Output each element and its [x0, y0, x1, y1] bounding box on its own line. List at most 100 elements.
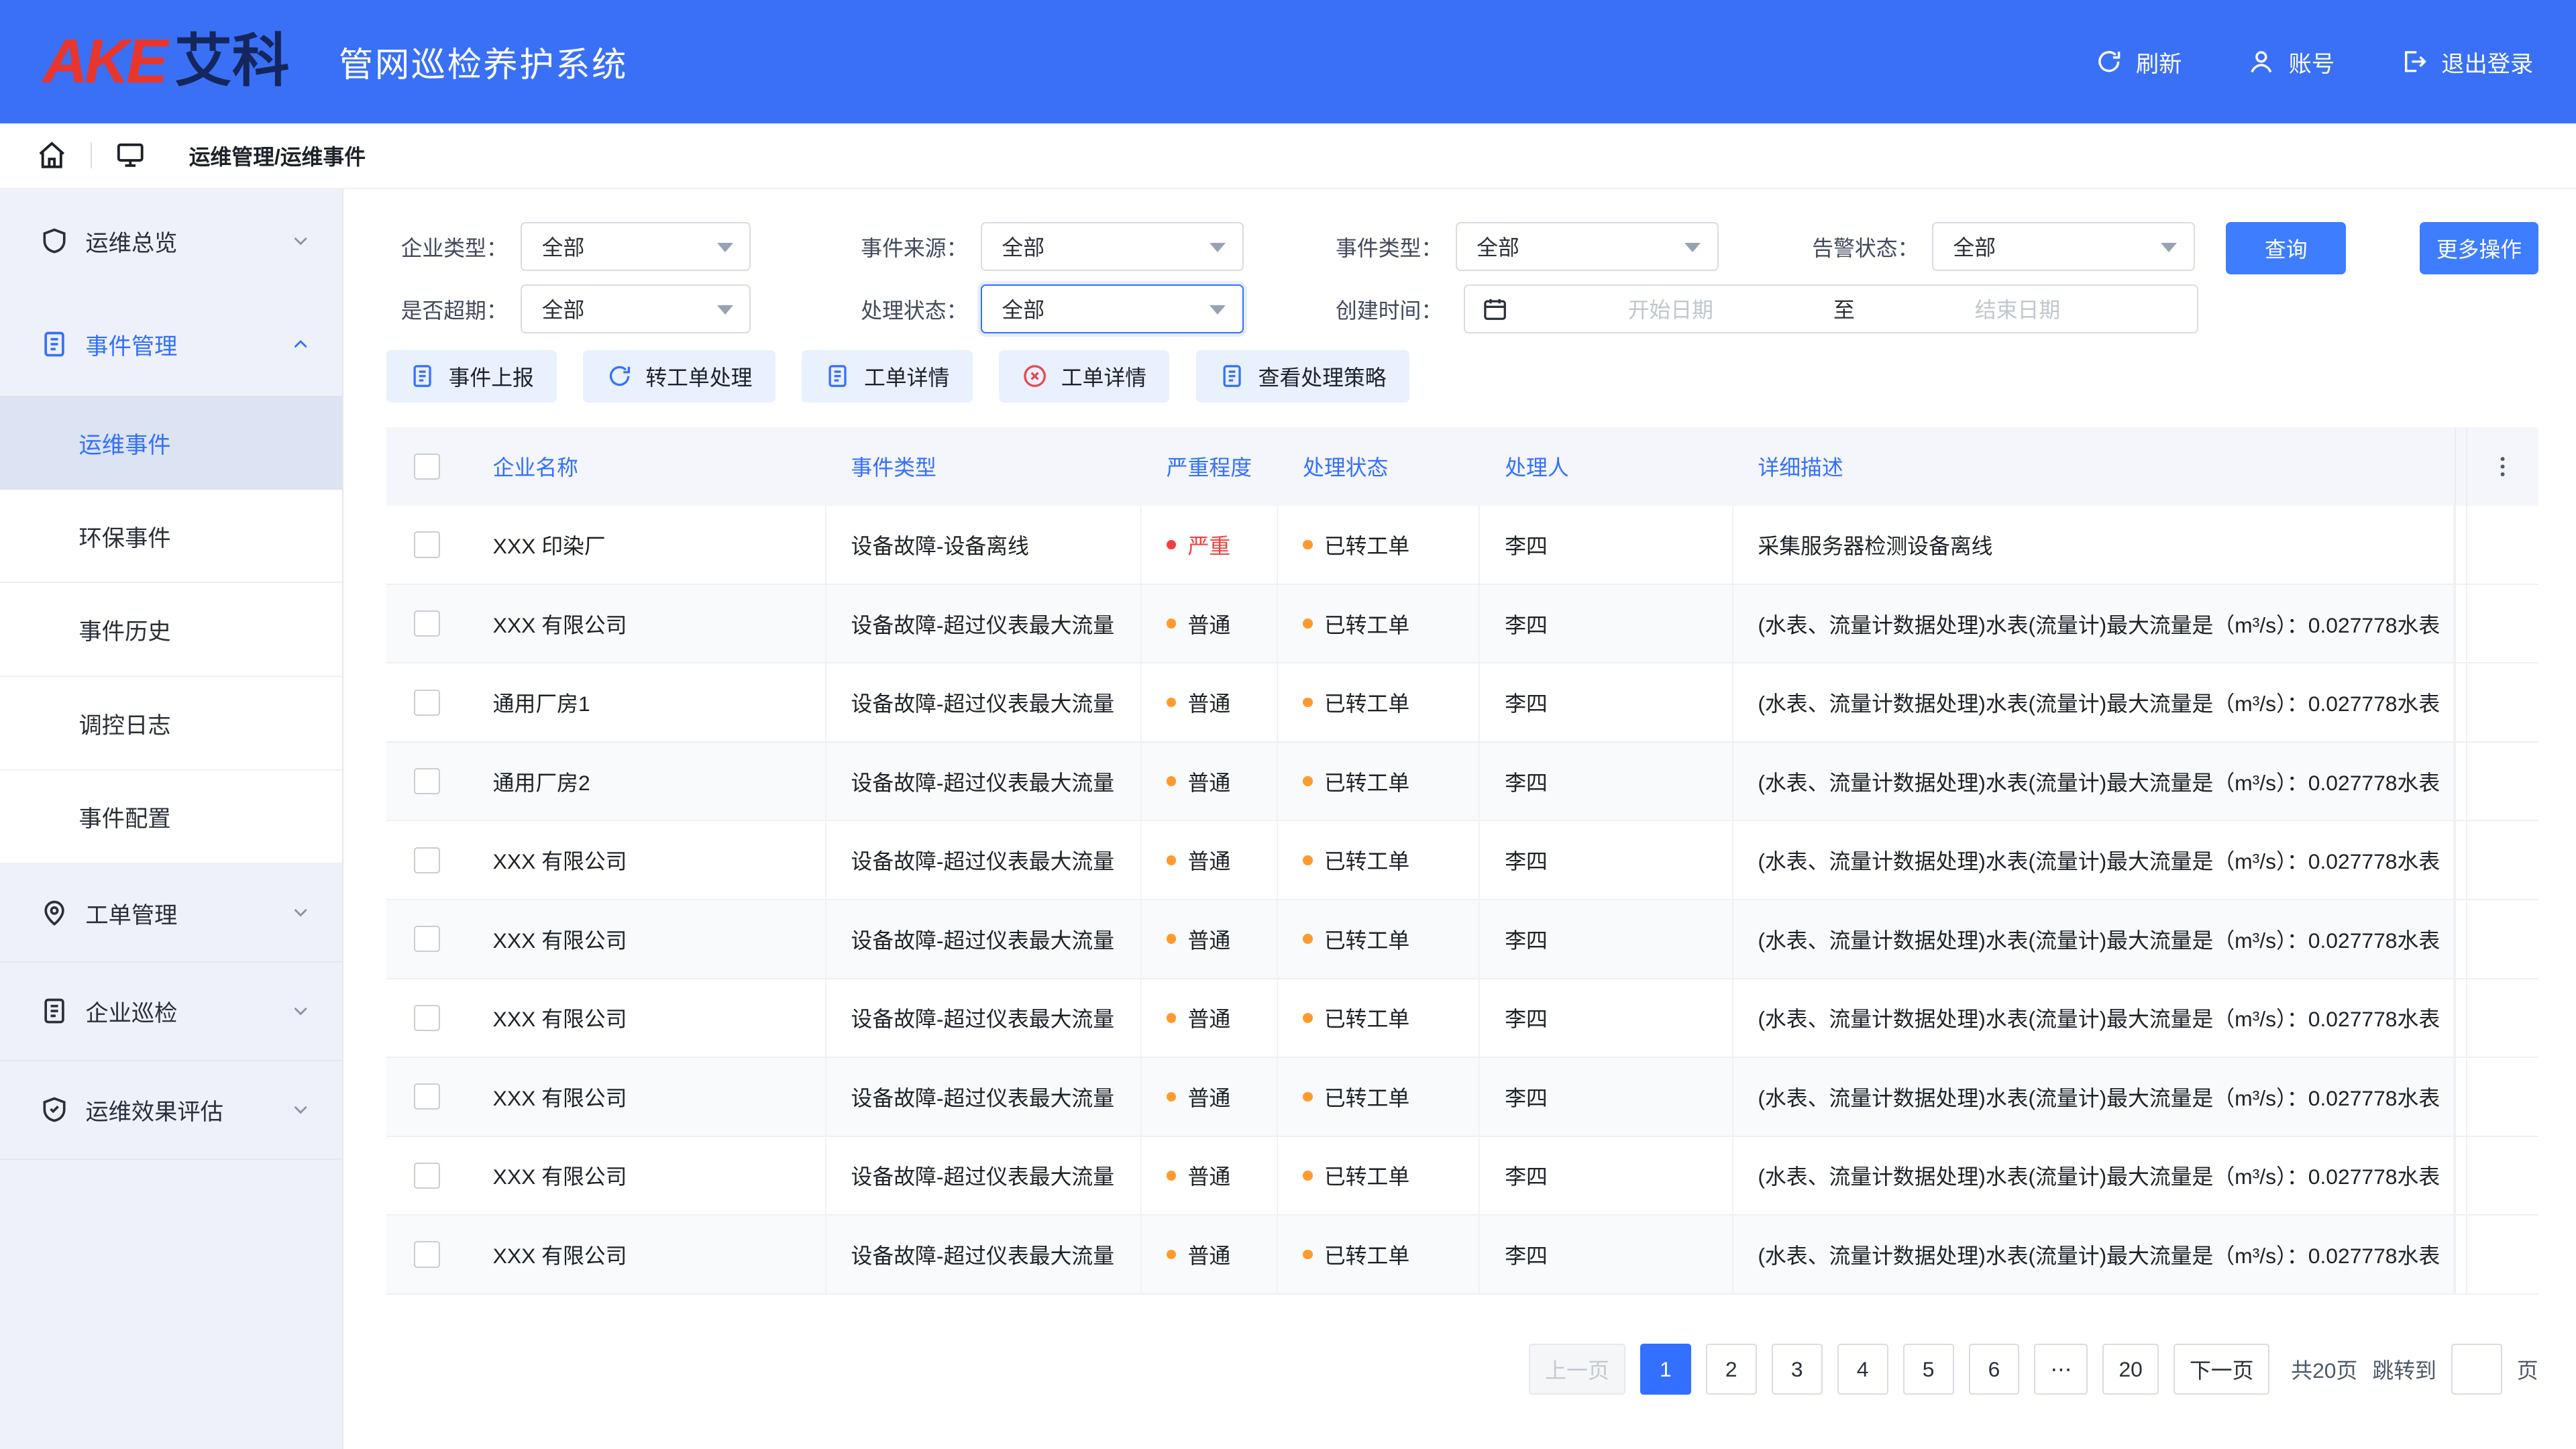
event-report-button[interactable]: 事件上报	[386, 350, 557, 402]
date-range-picker[interactable]: 开始日期 至 结束日期	[1464, 284, 2198, 333]
overdue-select[interactable]: 全部	[521, 284, 751, 333]
sidebar-item-ops-overview[interactable]: 运维总览	[0, 189, 342, 292]
cell-company: 通用厂房1	[468, 663, 826, 741]
end-date-placeholder[interactable]: 结束日期	[1855, 293, 2180, 324]
row-checkbox[interactable]	[414, 690, 440, 716]
sidebar-item-event-management[interactable]: 事件管理	[0, 292, 342, 396]
page-ellipsis[interactable]: ⋯	[2034, 1344, 2088, 1395]
cell-detail: (水表、流量计数据处理)水表(流量计)最大流量是（m³/s）：0.027778水…	[1733, 979, 2455, 1057]
table-row[interactable]: XXX 有限公司 设备故障-超过仪表最大流量 普通 已转工单 李四 (水表、流量…	[386, 900, 2538, 979]
table-row[interactable]: 通用厂房1 设备故障-超过仪表最大流量 普通 已转工单 李四 (水表、流量计数据…	[386, 663, 2538, 743]
convert-workorder-button[interactable]: 转工单处理	[583, 350, 775, 402]
cell-company: XXX 有限公司	[468, 1137, 826, 1215]
logo: AKE 艾科	[43, 30, 290, 93]
cell-detail: (水表、流量计数据处理)水表(流量计)最大流量是（m³/s）：0.027778水…	[1733, 585, 2455, 663]
cell-actions	[2467, 585, 2538, 663]
event-type-select[interactable]: 全部	[1456, 222, 1719, 271]
page-button-1[interactable]: 1	[1640, 1344, 1691, 1395]
next-page-button[interactable]: 下一页	[2174, 1344, 2270, 1395]
app-body: 运维总览 事件管理 运维事件 环保事件	[0, 189, 2576, 1449]
app-root: AKE 艾科 管网巡检养护系统 刷新 账号 退出登录	[0, 0, 2576, 1449]
column-settings-icon[interactable]	[2489, 453, 2516, 480]
button-label: 事件上报	[449, 361, 534, 392]
sidebar-item-event-config[interactable]: 事件配置	[0, 771, 342, 865]
event-type-label: 事件类型：	[1321, 222, 1442, 274]
row-checkbox[interactable]	[414, 1163, 440, 1189]
scrollbar-track	[2455, 1137, 2468, 1215]
status-dot	[1303, 619, 1313, 629]
cell-event-type: 设备故障-超过仪表最大流量	[826, 585, 1142, 663]
button-label: 工单详情	[864, 361, 949, 392]
table-row[interactable]: XXX 有限公司 设备故障-超过仪表最大流量 普通 已转工单 李四 (水表、流量…	[386, 585, 2538, 664]
scrollbar-track[interactable]	[2455, 427, 2468, 506]
sidebar-item-control-logs[interactable]: 调控日志	[0, 677, 342, 771]
handle-status-select[interactable]: 全部	[981, 284, 1244, 333]
jump-page-input[interactable]	[2451, 1344, 2502, 1395]
cell-handler: 李四	[1480, 979, 1733, 1057]
start-date-placeholder[interactable]: 开始日期	[1508, 293, 1833, 324]
chevron-down-icon	[289, 1098, 312, 1121]
table-row[interactable]: 通用厂房2 设备故障-超过仪表最大流量 普通 已转工单 李四 (水表、流量计数据…	[386, 743, 2538, 822]
cell-detail: (水表、流量计数据处理)水表(流量计)最大流量是（m³/s）：0.027778水…	[1733, 821, 2455, 899]
table-row[interactable]: XXX 有限公司 设备故障-超过仪表最大流量 普通 已转工单 李四 (水表、流量…	[386, 1137, 2538, 1216]
workorder-close-button[interactable]: 工单详情	[999, 350, 1170, 402]
cell-actions	[2467, 821, 2538, 899]
sidebar-item-label: 运维总览	[85, 224, 177, 258]
monitor-icon[interactable]	[115, 140, 146, 171]
event-source-select[interactable]: 全部	[981, 222, 1244, 271]
row-checkbox[interactable]	[414, 1083, 440, 1110]
table-toolbar: 事件上报 转工单处理 工单详情	[386, 350, 2538, 402]
table-row[interactable]: XXX 有限公司 设备故障-超过仪表最大流量 普通 已转工单 李四 (水表、流量…	[386, 821, 2538, 900]
refresh-button[interactable]: 刷新	[2095, 45, 2182, 78]
more-actions-button[interactable]: 更多操作	[2420, 222, 2538, 274]
sidebar-item-env-events[interactable]: 环保事件	[0, 490, 342, 584]
account-button[interactable]: 账号	[2247, 45, 2334, 78]
row-checkbox[interactable]	[414, 1241, 440, 1267]
table-row[interactable]: XXX 有限公司 设备故障-超过仪表最大流量 普通 已转工单 李四 (水表、流量…	[386, 1216, 2538, 1295]
sidebar-item-workorder-management[interactable]: 工单管理	[0, 864, 342, 963]
view-strategy-button[interactable]: 查看处理策略	[1196, 350, 1409, 402]
cell-detail: (水表、流量计数据处理)水表(流量计)最大流量是（m³/s）：0.027778水…	[1733, 743, 2455, 820]
page-button-4[interactable]: 4	[1837, 1344, 1888, 1395]
scrollbar-track	[2455, 1058, 2468, 1136]
status-dot	[1303, 1171, 1313, 1181]
search-button[interactable]: 查询	[2226, 222, 2346, 274]
scrollbar-track	[2455, 743, 2468, 820]
severity-dot	[1167, 540, 1177, 550]
page-button-20[interactable]: 20	[2102, 1344, 2158, 1395]
sidebar-item-enterprise-inspection[interactable]: 企业巡检	[0, 963, 342, 1061]
prev-page-button[interactable]: 上一页	[1529, 1344, 1625, 1395]
create-time-label: 创建时间：	[1321, 284, 1442, 337]
breadcrumb-bar: 运维管理/运维事件	[0, 123, 2576, 189]
table-row[interactable]: XXX 印染厂 设备故障-设备离线 严重 已转工单 李四 采集服务器检测设备离线	[386, 506, 2538, 585]
cell-event-type: 设备故障-设备离线	[826, 506, 1142, 584]
page-button-5[interactable]: 5	[1903, 1344, 1954, 1395]
home-icon[interactable]	[36, 140, 68, 171]
handle-status-label: 处理状态：	[846, 284, 967, 337]
sidebar-item-event-history[interactable]: 事件历史	[0, 583, 342, 677]
row-checkbox[interactable]	[414, 847, 440, 873]
row-checkbox[interactable]	[414, 1005, 440, 1031]
table-row[interactable]: XXX 有限公司 设备故障-超过仪表最大流量 普通 已转工单 李四 (水表、流量…	[386, 1058, 2538, 1137]
cell-status: 已转工单	[1278, 663, 1480, 741]
sidebar-item-ops-effect-evaluation[interactable]: 运维效果评估	[0, 1061, 342, 1160]
page-button-3[interactable]: 3	[1772, 1344, 1823, 1395]
table-row[interactable]: XXX 有限公司 设备故障-超过仪表最大流量 普通 已转工单 李四 (水表、流量…	[386, 979, 2538, 1059]
row-checkbox[interactable]	[414, 531, 440, 557]
enterprise-type-select[interactable]: 全部	[521, 222, 751, 271]
events-table: 企业名称 事件类型 严重程度 处理状态 处理人 详细描述	[386, 427, 2538, 1295]
alarm-status-select[interactable]: 全部	[1932, 222, 2195, 271]
select-all-checkbox[interactable]	[414, 453, 440, 480]
row-checkbox[interactable]	[414, 926, 440, 952]
cell-actions	[2467, 1058, 2538, 1136]
page-button-2[interactable]: 2	[1706, 1344, 1757, 1395]
workorder-detail-button[interactable]: 工单详情	[802, 350, 973, 402]
sidebar-item-ops-events[interactable]: 运维事件	[0, 396, 342, 490]
logout-label: 退出登录	[2441, 45, 2533, 78]
row-checkbox[interactable]	[414, 768, 440, 794]
row-checkbox[interactable]	[414, 610, 440, 637]
breadcrumb: 运维管理/运维事件	[189, 140, 366, 171]
cell-severity: 严重	[1142, 506, 1278, 584]
page-button-6[interactable]: 6	[1969, 1344, 2020, 1395]
logout-button[interactable]: 退出登录	[2400, 45, 2533, 78]
